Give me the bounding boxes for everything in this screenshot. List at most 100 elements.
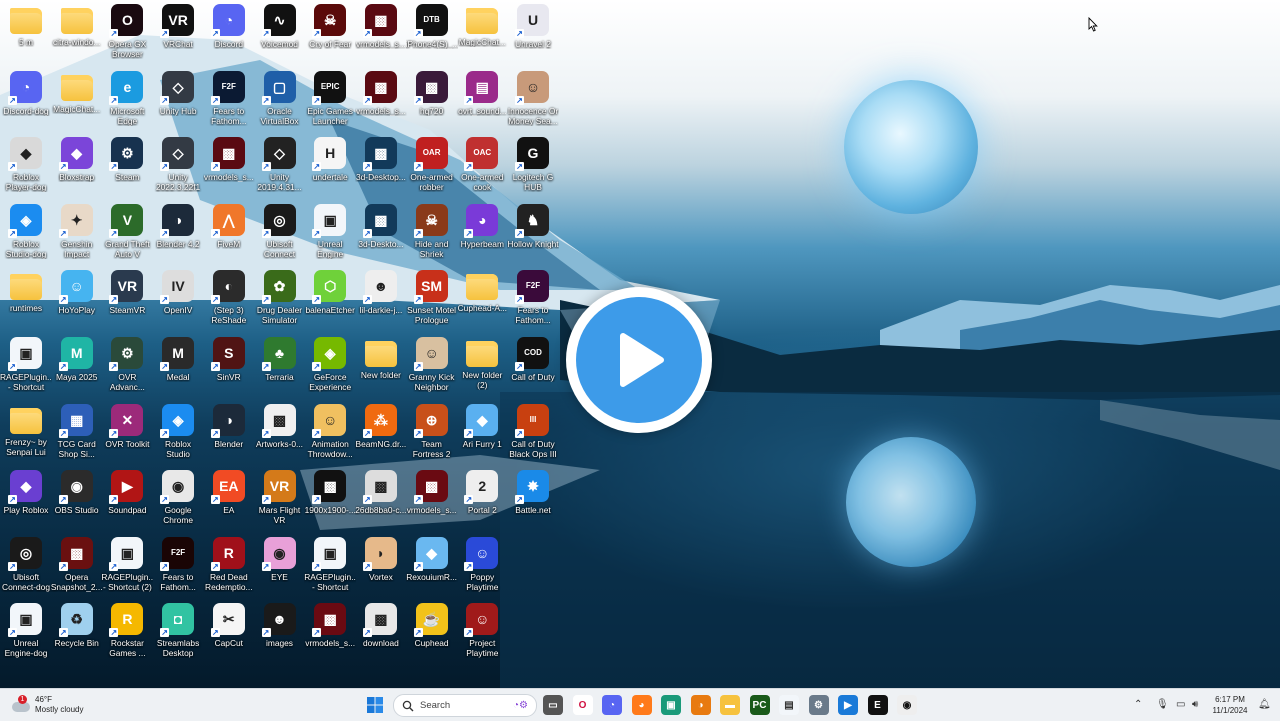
desktop-icon[interactable]: R ↗ Red Dead Redemptio... — [203, 536, 255, 592]
start-button[interactable] — [366, 696, 384, 714]
desktop-icon[interactable]: ◆ ↗ Ari Furry 1 — [456, 403, 508, 449]
desktop-icon[interactable]: ⁂ ↗ BeamNG.dr... — [355, 403, 407, 449]
desktop-icon[interactable]: ▩ ↗ download — [355, 603, 407, 648]
desktop[interactable]: 5 m ◔ ↗ Discord-dog ◆ ↗ Roblox Player-dog ◈ ↗ Rob… — [0, 0, 1280, 688]
desktop-icon[interactable]: ▩ ↗ vrmodels_s... — [355, 4, 407, 49]
desktop-icon[interactable]: ▣ ↗ Unreal Engine-dog — [0, 603, 52, 658]
desktop-icon[interactable]: ☺ ↗ Poppy Playtime — [456, 536, 508, 592]
desktop-icon[interactable]: ▩ ↗ Artworks-0... — [254, 403, 306, 449]
desktop-icon[interactable]: ◑ ↗ Blender 4.2 — [152, 203, 204, 249]
desktop-icon[interactable]: ◆ ↗ Play Roblox — [0, 470, 52, 515]
desktop-icon[interactable]: ☕ ↗ Cuphead — [406, 603, 458, 648]
opera-gx-icon[interactable]: O — [572, 695, 593, 715]
desktop-icon[interactable]: ▩ ↗ 3d-Desktop... — [355, 137, 407, 182]
desktop-icon[interactable]: MagicChat... — [456, 4, 508, 47]
desktop-icon[interactable]: ▩ ↗ vrmodels_s... — [203, 137, 255, 182]
microphone-icon[interactable]: 🎙︎ — [1156, 699, 1169, 710]
desktop-icon[interactable]: ☺ ↗ Innocence Or Money Sea... — [507, 70, 559, 126]
desktop-icon[interactable]: SM ↗ Sunset Motel Prologue — [406, 270, 458, 325]
desktop-icon[interactable]: F2F ↗ Fears to Fathom... — [152, 536, 204, 592]
desktop-icon[interactable]: ⚙ ↗ OVR Advanc... — [101, 337, 153, 392]
desktop-icon[interactable]: ◉ ↗ EYE — [254, 536, 306, 582]
desktop-icon[interactable]: VR ↗ VRChat — [152, 4, 204, 49]
desktop-icon[interactable]: ◎ ↗ Ubisoft Connect — [254, 203, 306, 259]
desktop-icon[interactable]: ◗ ↗ Vortex — [355, 536, 407, 582]
desktop-icon[interactable]: ▣ ↗ RAGEPlugin... - Shortcut — [0, 337, 52, 392]
desktop-icon[interactable]: e ↗ Microsoft Edge — [101, 70, 153, 126]
desktop-icon[interactable]: ◇ ↗ Unity 2019.4.31... — [254, 137, 306, 192]
desktop-icon[interactable]: ▤ ↗ ovrt_sound... — [456, 70, 508, 116]
desktop-icon[interactable]: III ↗ Call of Duty Black Ops III — [507, 403, 559, 459]
desktop-icon[interactable]: ✸ ↗ Battle.net — [507, 470, 559, 515]
desktop-icon[interactable]: ▣ ↗ Unreal Engine — [304, 203, 356, 259]
desktop-icon[interactable]: ◑ ↗ Blender — [203, 403, 255, 449]
desktop-icon[interactable]: O ↗ Opera GX Browser — [101, 4, 153, 59]
desktop-icon[interactable]: ▣ ↗ RAGEPlugin... - Shortcut (2) — [101, 536, 153, 592]
desktop-icon[interactable]: ▢ ↗ Oracle VirtualBox — [254, 70, 306, 126]
desktop-icon[interactable]: ✕ ↗ OVR Toolkit — [101, 403, 153, 449]
desktop-icon[interactable]: ☠ ↗ Cry of Fear — [304, 4, 356, 49]
desktop-icon[interactable]: U ↗ Unravel 2 — [507, 4, 559, 49]
desktop-icon[interactable]: ☺ ↗ Granny Kick Neighbor — [406, 337, 458, 392]
desktop-icon[interactable]: ◉ ↗ Google Chrome — [152, 470, 204, 525]
desktop-icon[interactable]: ▩ ↗ vrmodels_s... — [355, 70, 407, 116]
volume-icon[interactable]: 🔊︎ — [1192, 699, 1198, 710]
desktop-icon[interactable]: ☺ ↗ HoYoPlay — [51, 270, 103, 315]
desktop-icon[interactable]: ▩ ↗ vrmodels_s... — [304, 603, 356, 648]
desktop-icon[interactable]: ◈ ↗ Roblox Studio — [152, 403, 204, 459]
desktop-icon[interactable]: ◈ ↗ Roblox Studio-dog — [0, 203, 52, 259]
desktop-icon[interactable]: ▩ ↗ vrmodels_s... — [406, 470, 458, 515]
video-play-button[interactable] — [566, 287, 712, 433]
desktop-icon[interactable]: ☻ ↗ lil-darkie-j... — [355, 270, 407, 315]
desktop-icon[interactable]: F2F ↗ Fears to Fathom... — [203, 70, 255, 126]
desktop-icon[interactable]: M ↗ Maya 2025 — [51, 337, 103, 382]
discord-icon[interactable]: ◔ — [602, 695, 622, 715]
desktop-icon[interactable]: F2F ↗ Fears to Fathom... — [507, 270, 559, 325]
desktop-icon[interactable]: ♣ ↗ Terraria — [254, 337, 306, 382]
desktop-icon[interactable]: ☻ ↗ images — [254, 603, 306, 648]
desktop-icon[interactable]: ◕ ↗ Hyperbeam — [456, 203, 508, 249]
desktop-icon[interactable]: ◆ ↗ Roblox Player-dog — [0, 137, 52, 192]
desktop-icon[interactable]: ▣ ↗ RAGEPlugin... - Shortcut — [304, 536, 356, 592]
desktop-icon[interactable]: ☺ ↗ Animation Throwdow... — [304, 403, 356, 459]
desktop-icon[interactable]: 5 m — [0, 4, 52, 47]
monitor-icon[interactable]: ▣ — [661, 695, 681, 715]
desktop-icon[interactable]: ▩ ↗ 26db8ba0-c... — [355, 470, 407, 515]
blender-icon[interactable]: ◑ — [690, 695, 711, 715]
desktop-icon[interactable]: COD ↗ Call of Duty — [507, 337, 559, 382]
desktop-icon[interactable]: Cuphead-A... — [456, 270, 508, 313]
desktop-icon[interactable]: M ↗ Medal — [152, 337, 204, 382]
weather-widget[interactable]: 1 46°F Mostly cloudy — [10, 692, 83, 718]
file-explorer-icon[interactable]: ▭ — [543, 695, 563, 715]
desktop-icon[interactable]: ▦ ↗ TCG Card Shop Si... — [51, 403, 103, 459]
network-icon[interactable]: ▭ — [1176, 699, 1185, 710]
desktop-icon[interactable]: runtimes — [0, 270, 52, 313]
desktop-icon[interactable]: ✦ ↗ Genshin Impact — [51, 203, 103, 259]
desktop-icon[interactable]: VR ↗ SteamVR — [101, 270, 153, 315]
desktop-icon[interactable]: IV ↗ OpenIV — [152, 270, 204, 315]
desktop-icon[interactable]: MagicChat... — [51, 71, 103, 114]
desktop-icon[interactable]: ♞ ↗ Hollow Knight — [507, 203, 559, 249]
settings-icon[interactable]: ⚙ — [808, 695, 829, 715]
desktop-icon[interactable]: VR ↗ Mars Flight VR — [254, 470, 306, 525]
desktop-icon[interactable]: H ↗ undertale — [304, 137, 356, 182]
desktop-icon[interactable]: ◔ ↗ Discord — [203, 4, 255, 49]
desktop-icon[interactable]: G ↗ Logitech G HUB — [507, 137, 559, 192]
desktop-icon[interactable]: New folder — [355, 337, 407, 380]
desktop-icon[interactable]: ✂ ↗ CapCut — [203, 603, 255, 648]
clock[interactable]: 6:17 PM 11/1/2024 — [1206, 694, 1254, 716]
desktop-icon[interactable]: ⬡ ↗ balenaEtcher — [304, 270, 356, 315]
opera-gx-active-icon[interactable]: ◉ — [897, 695, 917, 715]
search-box[interactable]: Search ◔⚙ — [393, 694, 537, 717]
desktop-icon[interactable]: ⚙ ↗ Steam — [101, 137, 153, 182]
desktop-icon[interactable]: ▩ ↗ Opera Snapshot_2... — [51, 536, 103, 592]
notification-bell-icon[interactable]: 🔔︎ — [1258, 699, 1271, 710]
desktop-icon[interactable]: DTB ↗ iPhone4(S)_... — [406, 4, 458, 49]
desktop-icon[interactable]: R ↗ Rockstar Games ... — [101, 603, 153, 658]
desktop-icon[interactable]: ◎ ↗ Ubisoft Connect-dog — [0, 536, 52, 592]
desktop-icon[interactable]: ▶ ↗ Soundpad — [101, 470, 153, 515]
desktop-icon[interactable]: ▩ ↗ hq720 — [406, 70, 458, 116]
desktop-icon[interactable]: ◘ ↗ Streamlabs Desktop — [152, 603, 204, 658]
desktop-icon[interactable]: OAC ↗ One-armed cook — [456, 137, 508, 192]
desktop-icon[interactable]: ◇ ↗ Unity Hub — [152, 70, 204, 116]
